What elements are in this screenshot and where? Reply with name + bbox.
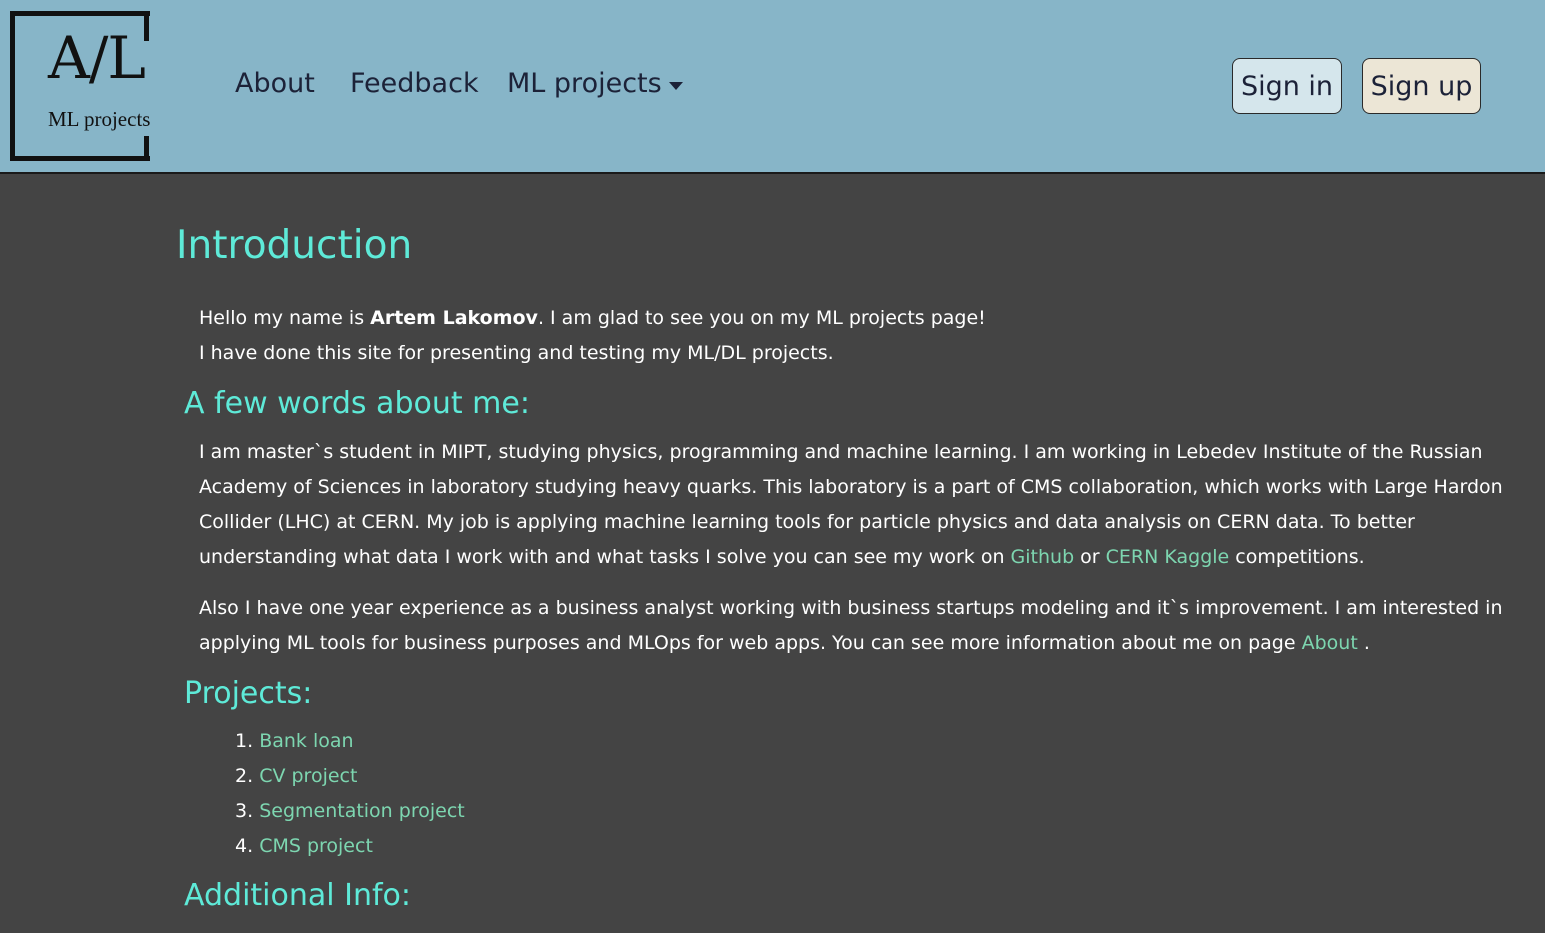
list-item: 4. CMS project: [235, 829, 465, 864]
list-item: 2. CV project: [235, 759, 465, 794]
sign-in-button[interactable]: Sign in: [1232, 58, 1342, 114]
intro-line-2: I have done this site for presenting and…: [199, 342, 834, 364]
project-link-segmentation[interactable]: Segmentation project: [259, 800, 465, 822]
list-item: 3. Segmentation project: [235, 794, 465, 829]
nav-ml-projects-dropdown[interactable]: ML projects: [507, 68, 662, 100]
list-number: 3.: [235, 800, 254, 822]
logo-frame-right-bottom: [144, 136, 149, 161]
nav-feedback[interactable]: Feedback: [350, 68, 479, 100]
project-link-cv[interactable]: CV project: [259, 765, 357, 787]
projects-heading: Projects:: [184, 676, 313, 711]
logo-frame-bottom: [10, 156, 150, 161]
logo-frame-top: [10, 11, 150, 16]
nav-about[interactable]: About: [235, 68, 315, 100]
about-me-text-2-end: .: [1357, 632, 1370, 654]
list-item: 1. Bank loan: [235, 724, 465, 759]
navbar: A/L ML projects About Feedback ML projec…: [0, 0, 1545, 174]
additional-info-heading: Additional Info:: [184, 878, 412, 913]
cern-kaggle-link[interactable]: CERN Kaggle: [1106, 546, 1230, 568]
projects-list: 1. Bank loan 2. CV project 3. Segmentati…: [235, 724, 465, 864]
about-page-link[interactable]: About: [1302, 632, 1358, 654]
list-number: 4.: [235, 835, 254, 857]
logo-subtitle: ML projects: [48, 107, 151, 131]
logo-mark: A/L: [48, 24, 146, 92]
project-link-bank-loan[interactable]: Bank loan: [259, 730, 353, 752]
intro-hello-after: . I am glad to see you on my ML projects…: [537, 307, 986, 329]
intro-line-1: Hello my name is Artem Lakomov. I am gla…: [199, 301, 1539, 336]
chevron-down-icon[interactable]: [669, 82, 683, 90]
about-me-paragraph-2: Also I have one year experience as a bus…: [199, 591, 1539, 661]
intro-hello-text: Hello my name is: [199, 307, 371, 329]
about-me-or-text: or: [1074, 546, 1106, 568]
project-link-cms[interactable]: CMS project: [259, 835, 373, 857]
about-me-paragraph-1: I am master`s student in MIPT, studying …: [199, 435, 1539, 575]
about-me-text-1-end: competitions.: [1229, 546, 1365, 568]
list-number: 2.: [235, 765, 254, 787]
sign-up-button[interactable]: Sign up: [1362, 58, 1481, 114]
page-title: Introduction: [176, 223, 413, 268]
logo-frame-left: [10, 11, 15, 161]
about-me-heading: A few words about me:: [184, 386, 530, 421]
github-link[interactable]: Github: [1011, 546, 1075, 568]
list-number: 1.: [235, 730, 254, 752]
author-name: Artem Lakomov: [370, 307, 538, 329]
logo[interactable]: A/L ML projects: [10, 11, 150, 161]
